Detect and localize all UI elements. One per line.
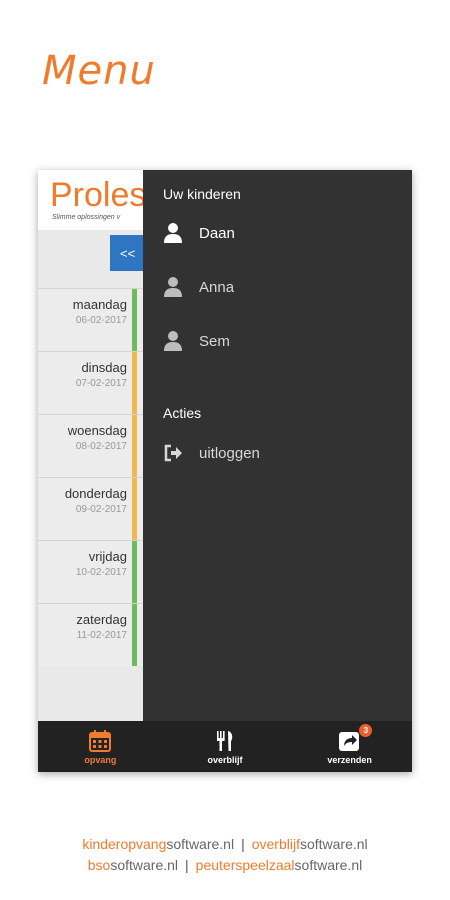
day-row[interactable]: maandag 06-02-2017 — [38, 288, 143, 351]
tab-label: overblijf — [207, 754, 243, 765]
day-name: zaterdag — [76, 612, 127, 627]
footer-separator: | — [185, 857, 189, 873]
drawer-item-label: Anna — [199, 278, 235, 296]
day-name: dinsdag — [81, 360, 127, 375]
drawer-item-sem[interactable]: Sem — [163, 330, 230, 352]
tab-opvang[interactable]: opvang — [38, 721, 163, 772]
day-date: 06-02-2017 — [75, 315, 127, 326]
drawer-item-label: uitloggen — [199, 444, 260, 462]
children-section-title: Uw kinderen — [163, 186, 241, 202]
user-icon — [164, 277, 182, 297]
drawer-item-label: Sem — [199, 332, 230, 350]
footer-link-peuterspeelzaal[interactable]: peuterspeelzaalsoftware.nl — [196, 857, 363, 873]
footer-line-1: kinderopvangsoftware.nl | overblijfsoftwar… — [0, 836, 450, 852]
day-row[interactable]: zaterdag 11-02-2017 — [38, 603, 143, 666]
day-row[interactable]: donderdag 09-02-2017 — [38, 477, 143, 540]
day-status-bar — [132, 352, 137, 414]
calendar-icon — [89, 729, 112, 752]
drawer-item-logout[interactable]: uitloggen — [163, 442, 260, 464]
day-row[interactable]: woensdag 08-02-2017 — [38, 414, 143, 477]
phone-screen: Proles Slimme oplossingen v << maandag 0… — [38, 170, 412, 772]
day-date: 10-02-2017 — [75, 567, 127, 578]
day-name: vrijdag — [88, 549, 127, 564]
day-list: maandag 06-02-2017 dinsdag 07-02-2017 wo… — [38, 288, 143, 666]
footer-link-kinderopvang[interactable]: kinderopvangsoftware.nl — [82, 836, 234, 852]
navigation-drawer: Uw kinderen Daan Anna Sem Acties uitlogg… — [143, 170, 412, 721]
cutlery-icon — [217, 730, 233, 751]
day-status-bar — [132, 478, 137, 540]
day-status-bar — [132, 289, 137, 351]
app-tagline: Slimme oplossingen v — [52, 214, 121, 221]
user-icon — [164, 223, 182, 243]
day-name: woensdag — [67, 423, 127, 438]
tab-label: opvang — [84, 754, 117, 765]
day-status-bar — [132, 604, 137, 666]
day-row[interactable]: vrijdag 10-02-2017 — [38, 540, 143, 603]
day-status-bar — [132, 415, 137, 477]
bottom-tab-bar: opvang overblijf 3 verzenden — [38, 721, 412, 772]
app-header: Proles Slimme oplossingen v — [38, 170, 147, 230]
footer-link-bso[interactable]: bsosoftware.nl — [88, 857, 178, 873]
day-date: 09-02-2017 — [75, 504, 127, 515]
drawer-item-daan[interactable]: Daan — [163, 222, 235, 244]
footer-link-overblijf[interactable]: overblijfsoftware.nl — [252, 836, 368, 852]
share-icon — [338, 731, 359, 751]
drawer-item-anna[interactable]: Anna — [163, 276, 234, 298]
sign-out-icon — [164, 444, 182, 462]
page-heading: Menu — [42, 48, 156, 94]
day-date: 11-02-2017 — [76, 630, 127, 641]
drawer-item-label: Daan — [199, 224, 235, 242]
actions-section-title: Acties — [163, 405, 202, 421]
day-name: maandag — [72, 297, 127, 312]
day-row[interactable]: dinsdag 07-02-2017 — [38, 351, 143, 414]
footer-line-2: bsosoftware.nl | peuterspeelzaalsoftware.n… — [0, 857, 450, 873]
notification-badge: 3 — [359, 724, 373, 737]
footer-separator: | — [241, 836, 245, 852]
app-logo: Proles — [50, 176, 147, 214]
day-date: 07-02-2017 — [75, 378, 127, 389]
tab-label: verzenden — [327, 754, 372, 765]
tab-overblijf[interactable]: overblijf — [163, 721, 288, 772]
tab-verzenden[interactable]: 3 verzenden — [287, 721, 412, 772]
day-name: donderdag — [64, 486, 127, 501]
day-status-bar — [132, 541, 137, 603]
user-icon — [164, 331, 182, 351]
day-date: 08-02-2017 — [75, 441, 127, 452]
